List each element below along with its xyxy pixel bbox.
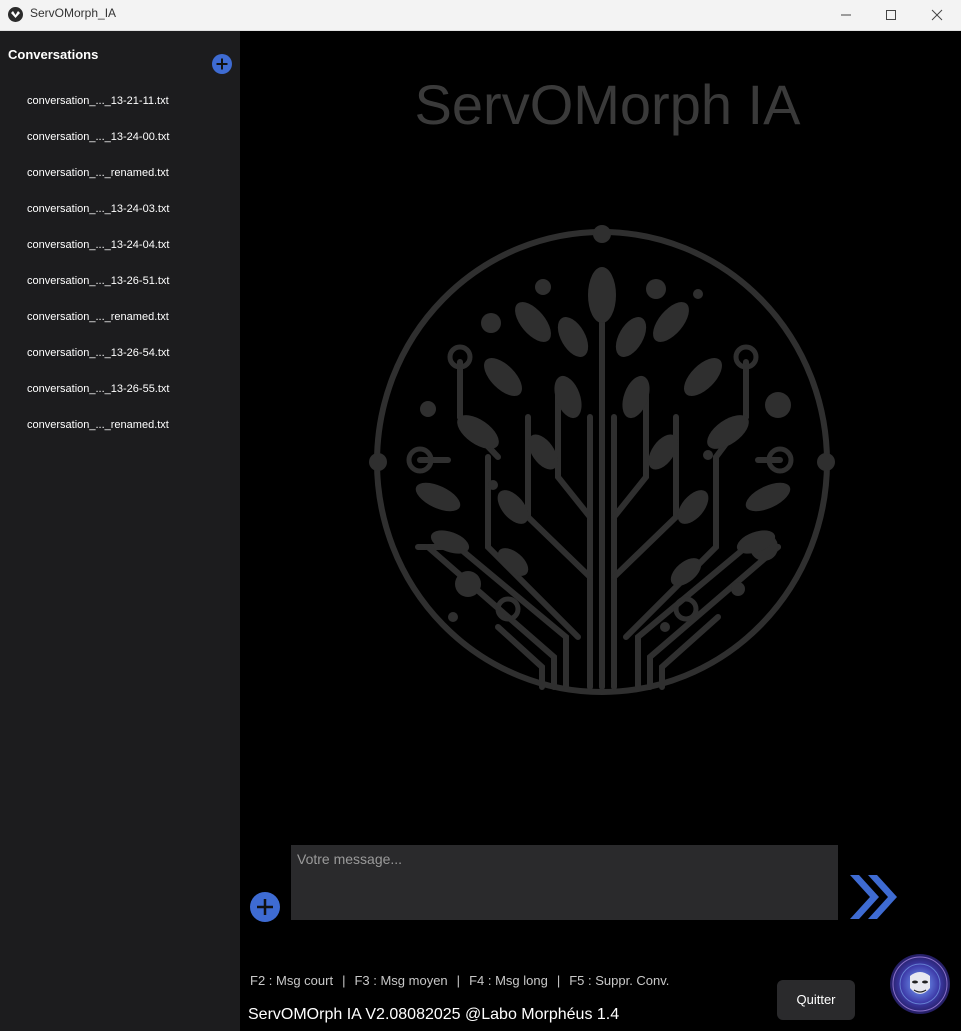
- quit-button[interactable]: Quitter: [777, 980, 855, 1020]
- app-icon: [8, 7, 23, 22]
- shortcut-f2: F2 : Msg court: [250, 973, 334, 988]
- maximize-button[interactable]: [868, 0, 914, 30]
- plus-circle-icon: [216, 58, 228, 70]
- sidebar-title: Conversations: [8, 47, 99, 62]
- title-bar: ServOMorph_IA: [0, 0, 961, 31]
- chat-area: ServOMorph IA Votre message... F2: Msg …: [240, 31, 961, 1031]
- conversation-item[interactable]: conversation_..._13-24-03.txt: [0, 191, 240, 227]
- conversation-item[interactable]: conversation_..._renamed.txt: [0, 155, 240, 191]
- conversation-item[interactable]: conversation_..._13-26-51.txt: [0, 263, 240, 299]
- attach-button[interactable]: [250, 892, 280, 922]
- window-title: ServOMorph_IA: [30, 6, 117, 20]
- conversation-item[interactable]: conversation_..._renamed.txt: [0, 299, 240, 335]
- separator: |: [556, 973, 561, 988]
- version-label: ServOMOrph IA V2.08082025 @Labo Morphéus…: [248, 1006, 620, 1023]
- shortcut-f3: F3 : Msg moyen: [354, 973, 448, 988]
- watermark-title: ServOMorph IA: [414, 73, 801, 136]
- conversation-list: conversation_..._13-21-11.txt conversati…: [0, 83, 240, 443]
- plus-circle-icon: [257, 899, 273, 915]
- close-button[interactable]: [914, 0, 960, 30]
- keyboard-shortcuts: F2 : Msg court | F3 : Msg moyen | F4 : Msg l…: [250, 973, 669, 988]
- separator: |: [342, 973, 346, 988]
- minimize-icon: [841, 14, 851, 16]
- conversation-item[interactable]: conversation_..._13-24-00.txt: [0, 119, 240, 155]
- conversation-item[interactable]: conversation_..._13-24-04.txt: [0, 227, 240, 263]
- send-button[interactable]: [846, 871, 902, 927]
- avatar[interactable]: [890, 954, 950, 1014]
- mask-avatar-icon: [892, 956, 948, 1012]
- conversation-item[interactable]: conversation_..._renamed.txt: [0, 407, 240, 443]
- message-input[interactable]: [291, 845, 838, 920]
- maximize-icon: [886, 10, 896, 20]
- conversation-item[interactable]: conversation_..._13-26-55.txt: [0, 371, 240, 407]
- new-conversation-button[interactable]: [212, 54, 232, 74]
- tree-circuit-logo: [369, 225, 835, 695]
- shortcut-f4: F4 : Msg long: [469, 973, 548, 988]
- conversation-item[interactable]: conversation_..._13-21-11.txt: [0, 83, 240, 119]
- minimize-button[interactable]: [823, 0, 869, 30]
- double-chevron-right-icon: [850, 875, 897, 919]
- conversation-item[interactable]: conversation_..._13-26-54.txt: [0, 335, 240, 371]
- separator: |: [456, 973, 461, 988]
- shortcut-f5: F5 : Suppr. Conv.: [569, 973, 670, 988]
- close-icon: [931, 9, 943, 21]
- conversations-sidebar: Conversations conversation_..._13-21-11.…: [0, 31, 240, 1031]
